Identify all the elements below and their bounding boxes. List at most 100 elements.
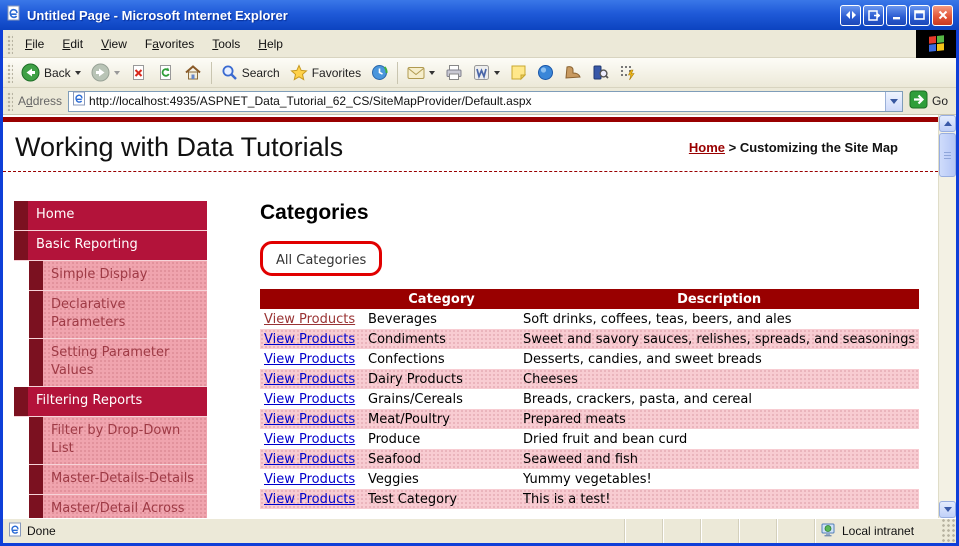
boot-icon	[564, 65, 582, 80]
resize-grip[interactable]	[942, 519, 956, 543]
table-row: View Products Condiments Sweet and savory …	[260, 329, 920, 349]
search-icon	[221, 64, 238, 81]
stop-icon	[130, 64, 147, 81]
vertical-scrollbar[interactable]	[938, 115, 956, 518]
minimize-button[interactable]	[886, 4, 907, 26]
favorites-button[interactable]: Favorites	[285, 61, 366, 84]
go-arrow-icon	[909, 90, 928, 112]
edit-with-word-button[interactable]	[468, 61, 505, 84]
search-button[interactable]: Search	[216, 61, 285, 84]
back-dropdown-caret[interactable]	[74, 70, 81, 75]
view-products-link[interactable]: View Products	[264, 472, 355, 487]
sidebar-item-declarative-parameters[interactable]: Declarative Parameters	[29, 291, 207, 339]
page-icon	[72, 91, 86, 111]
favorites-label: Favorites	[311, 65, 362, 80]
note-button[interactable]	[505, 61, 532, 84]
research-icon	[592, 64, 609, 81]
refresh-button[interactable]	[152, 61, 179, 84]
scroll-up-button[interactable]	[939, 115, 956, 132]
address-field[interactable]	[68, 90, 903, 112]
menu-notch	[29, 495, 43, 518]
table-row: View Products Confections Desserts, candie…	[260, 349, 919, 369]
address-dropdown-button[interactable]	[884, 91, 902, 111]
table-row: View Products Test Category This is a test…	[260, 489, 920, 509]
view-products-link[interactable]: View Products	[264, 432, 355, 447]
dashed-divider	[3, 171, 938, 172]
security-zone-pane: Local intranet	[814, 519, 942, 543]
sidebar-item-filter-by-dropdown-list[interactable]: Filter by Drop-Down List	[29, 417, 207, 465]
column-header-category: Category	[364, 289, 519, 309]
messenger-button[interactable]	[532, 61, 559, 84]
view-products-link[interactable]: View Products	[264, 352, 355, 367]
view-products-link[interactable]: View Products	[264, 392, 355, 407]
sidebar-item-setting-parameter-values[interactable]: Setting Parameter Values	[29, 339, 207, 387]
scroll-down-button[interactable]	[939, 501, 956, 518]
forward-dropdown-caret	[113, 70, 120, 75]
sidebar-item-home[interactable]: Home	[14, 201, 207, 231]
status-bar: Done Local intranet	[3, 518, 956, 543]
scrollbar-thumb[interactable]	[939, 133, 956, 177]
sidebar-item-master-details-details[interactable]: Master-Details-Details	[29, 465, 207, 495]
view-products-link[interactable]: View Products	[264, 312, 355, 327]
description-cell: Soft drinks, coffees, teas, beers, and a…	[523, 311, 792, 327]
back-icon	[21, 63, 40, 82]
back-label: Back	[44, 65, 71, 80]
sidebar-item-master-detail-across-two-pages[interactable]: Master/Detail Across Two Pages	[29, 495, 207, 518]
link-grid-button[interactable]	[614, 61, 641, 84]
description-cell: Dried fruit and bean curd	[523, 431, 688, 447]
address-input[interactable]	[89, 92, 885, 110]
intranet-icon	[821, 523, 837, 540]
view-products-link[interactable]: View Products	[264, 452, 355, 467]
toolbar-grip[interactable]	[6, 33, 13, 54]
table-row: View Products Beverages Soft drinks, coffe…	[260, 309, 919, 329]
description-cell: Breads, crackers, pasta, and cereal	[523, 391, 752, 407]
sidebar-item-simple-display[interactable]: Simple Display	[29, 261, 207, 291]
home-button[interactable]	[179, 61, 207, 84]
view-products-link[interactable]: View Products	[264, 332, 355, 347]
view-products-link[interactable]: View Products	[264, 412, 355, 427]
toolbar-grip[interactable]	[6, 91, 13, 111]
grid-lightning-icon	[619, 64, 636, 81]
view-products-link[interactable]: View Products	[264, 492, 355, 507]
menu-help[interactable]: Help	[249, 33, 292, 55]
all-categories-filter[interactable]: All Categories	[276, 253, 366, 268]
sidebar-item-basic-reporting[interactable]: Basic Reporting	[14, 231, 207, 261]
menu-edit[interactable]: Edit	[53, 33, 92, 55]
menu-view[interactable]: View	[92, 33, 136, 55]
main-content: Categories All Categories Category Descr…	[260, 201, 938, 518]
breadcrumb-home-link[interactable]: Home	[689, 140, 725, 155]
title-bar[interactable]: Untitled Page - Microsoft Internet Explo…	[0, 0, 959, 30]
menu-bar: File Edit View Favorites Tools Help	[3, 29, 956, 58]
category-cell: Grains/Cereals	[368, 391, 463, 407]
address-label: Address	[18, 94, 63, 108]
edit-dropdown-caret[interactable]	[494, 70, 501, 75]
home-icon	[184, 64, 202, 81]
boot-button[interactable]	[559, 62, 587, 83]
go-button[interactable]: Go	[903, 88, 956, 114]
status-pane	[700, 519, 738, 543]
maximize-button[interactable]	[909, 4, 930, 26]
sidebar-item-filtering-reports[interactable]: Filtering Reports	[14, 387, 207, 417]
mail-button[interactable]	[402, 63, 440, 83]
view-products-link[interactable]: View Products	[264, 372, 355, 387]
mail-dropdown-caret[interactable]	[429, 70, 436, 75]
menu-file[interactable]: File	[16, 33, 53, 55]
research-button[interactable]	[587, 61, 614, 84]
menu-favorites[interactable]: Favorites	[136, 33, 203, 55]
close-icon[interactable]	[932, 4, 953, 26]
menu-notch	[14, 387, 28, 416]
history-icon	[371, 64, 388, 81]
history-button[interactable]	[366, 61, 393, 84]
column-header-description: Description	[519, 289, 920, 309]
toolbar-grip[interactable]	[6, 62, 13, 83]
category-cell: Meat/Poultry	[364, 409, 519, 429]
stop-button[interactable]	[125, 61, 152, 84]
menu-tools[interactable]: Tools	[203, 33, 249, 55]
status-pane	[624, 519, 662, 543]
print-button[interactable]	[440, 61, 468, 84]
forward-button[interactable]	[86, 60, 125, 85]
window-arrows-button[interactable]	[840, 4, 861, 26]
back-button[interactable]: Back	[16, 60, 86, 85]
window-popout-button[interactable]	[863, 4, 884, 26]
table-row: View Products Meat/Poultry Prepared meats	[260, 409, 920, 429]
